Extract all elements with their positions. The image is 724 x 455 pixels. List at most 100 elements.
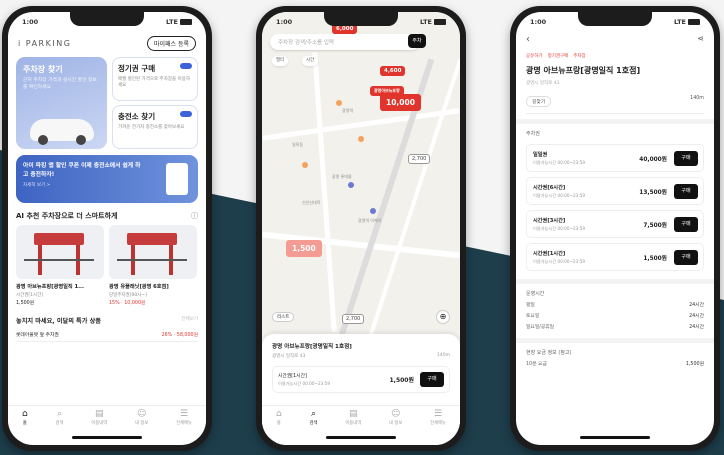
buy-button[interactable]: 구매	[674, 249, 698, 265]
bottom-tab-bar: ⌂ 홈 ⌕ 검색 ▤ 이용내역 ☺ 내 정보 ☰ 전체메뉴	[8, 405, 206, 433]
fee-section-title: 현장 요금 정보 (참고)	[526, 350, 572, 356]
filter-chip[interactable]: 필터	[272, 56, 289, 66]
breadcrumb-item[interactable]: 정기권구매	[548, 53, 569, 59]
network-label: LTE	[674, 18, 686, 26]
poi-marker	[348, 182, 354, 188]
home-indicator	[326, 436, 396, 439]
map-screen: 일직동 광명역 광명 롯데몰 광명역 이케아 신안산대학 6,000 4,600…	[262, 12, 460, 445]
poi-label: 일직동	[292, 142, 304, 147]
parking-card[interactable]: 광명 아브뉴프랑[광명일직 1... 시간권[1시간] 1,500원	[16, 225, 104, 306]
fee-row: 10분 요금 1,500원	[516, 358, 714, 369]
poi-marker	[370, 208, 376, 214]
parking-card-sub: 당일주차권[00시~]	[109, 293, 147, 298]
parking-address: 광명시 일직로 43	[526, 81, 560, 86]
ai-section-header: AI 추천 주차장으로 더 스마트하게 ⓘ	[8, 203, 206, 225]
search-icon: ⌕	[56, 409, 63, 419]
page-title: 광명 아브뉴프랑[광명일직 1호점]	[526, 66, 641, 75]
promo-banner[interactable]: 아이 파킹 앱 할인 쿠폰 이제 충전소에서 쉽게 하고 충전하자! 자세히 보…	[16, 155, 198, 203]
find-parking-desc: 근처 주차장 가격과 실시간 할인 정보를 확인하세요	[23, 78, 97, 90]
ticket-time: 이용가능시간 00:00~23:59	[278, 381, 331, 386]
price-pin[interactable]: 2,700	[408, 154, 431, 164]
home-icon: ⌂	[275, 409, 282, 419]
deal-row[interactable]: 롯데아울렛 앞 주차권 26% · 58,000원	[16, 328, 198, 342]
buy-button[interactable]: 구매	[674, 216, 698, 232]
poi-marker	[302, 162, 308, 168]
price-pin[interactable]: 4,600	[380, 66, 406, 76]
tab-home[interactable]: ⌂ 홈	[21, 409, 28, 427]
breadcrumb-item[interactable]: 주차장	[573, 53, 585, 59]
selected-price-pin[interactable]: 10,000	[380, 94, 421, 111]
phone-map: 일직동 광명역 광명 롯데몰 광명역 이케아 신안산대학 6,000 4,600…	[256, 6, 466, 451]
sheet-distance: 140m	[437, 353, 450, 358]
time-chip[interactable]: 시간	[302, 56, 319, 66]
parking-card-sub: 시간권[1시간]	[16, 293, 44, 298]
info-icon: ⓘ	[191, 212, 198, 220]
tab-search[interactable]: ⌕ 검색	[310, 409, 318, 427]
ticket-row: 일일권 이용가능시간 00:00~23:59 40,000원 구매	[526, 144, 704, 172]
tab-my-info[interactable]: ☺ 내 정보	[135, 410, 148, 427]
price-pin[interactable]: 1,500	[286, 240, 322, 257]
ticket-name: 시간권[3시간]	[533, 217, 566, 224]
home-icon: ⌂	[21, 409, 28, 419]
charger-card[interactable]: 충전소 찾기 가까운 전기차 충전소를 찾아보세요	[112, 105, 198, 149]
back-icon[interactable]: ‹	[526, 34, 530, 45]
parking-filter-button[interactable]: 주차	[408, 34, 426, 48]
find-parking-card[interactable]: 주차장 찾기 근처 주차장 가격과 실시간 할인 정보를 확인하세요	[16, 57, 107, 149]
parking-card-name: 광명 유플래닛[광명 6호점]	[109, 284, 169, 290]
tab-search[interactable]: ⌕ 검색	[56, 409, 64, 427]
list-view-button[interactable]: 리스트	[272, 312, 295, 322]
status-bar: 1:00 LTE	[262, 12, 460, 32]
fee-value: 1,500원	[685, 362, 704, 367]
hours-day: 토요일	[526, 314, 540, 319]
battery-icon	[688, 19, 700, 25]
hours-day: 평일	[526, 303, 535, 308]
search-icon: ⌕	[310, 409, 317, 419]
ticket-name: 일일권	[533, 151, 548, 158]
buy-button[interactable]: 구매	[420, 372, 444, 387]
parking-card[interactable]: 광명 유플래닛[광명 6호점] 당일주차권[00시~] 15% · 10,000…	[109, 225, 197, 306]
parking-gate-image	[109, 225, 197, 279]
hours-value: 24시간	[689, 303, 704, 308]
parking-card-name: 광명 아브뉴프랑[광명일직 1...	[16, 284, 85, 290]
tickets-section-title: 주차권	[526, 131, 540, 137]
charger-illustration	[166, 163, 188, 195]
ticket-price: 1,500원	[389, 377, 415, 384]
hours-section-title: 운영시간	[526, 291, 545, 297]
map-search-input[interactable]: 주차장 검색/주소를 입력	[270, 34, 420, 50]
distance-label: 140m	[690, 96, 704, 101]
deal-more-link[interactable]: 전체보기	[181, 316, 198, 325]
price-pin[interactable]: 2,700	[342, 314, 365, 324]
ticket-name: 시간권[1시간]	[533, 250, 566, 257]
find-parking-title: 주차장 찾기	[23, 65, 63, 74]
season-pass-desc: 매월 할인된 가격으로 주차장을 이용하세요	[118, 77, 190, 89]
ticket-name: 시간권[1시간]	[278, 374, 307, 379]
tab-my-info[interactable]: ☺ 내 정보	[389, 410, 402, 427]
share-icon[interactable]: ⋖	[697, 34, 704, 45]
tab-history[interactable]: ▤ 이용내역	[345, 410, 361, 427]
tab-home[interactable]: ⌂ 홈	[275, 409, 282, 427]
network-label: LTE	[420, 18, 432, 26]
home-indicator	[580, 436, 650, 439]
buy-button[interactable]: 구매	[674, 150, 698, 166]
deal-title: 놓치지 마세요, 이달의 특가 상품	[16, 318, 101, 325]
my-pass-button[interactable]: 마이패스 등록	[146, 36, 196, 51]
tab-menu[interactable]: ☰ 전체메뉴	[176, 410, 192, 427]
poi-marker	[336, 100, 342, 106]
tab-history[interactable]: ▤ 이용내역	[91, 410, 107, 427]
ticket-price: 13,500원	[639, 189, 667, 196]
home-indicator	[72, 436, 142, 439]
hours-day: 일요일/공휴일	[526, 325, 555, 330]
phone-home: 1:00 LTE i PARKING 마이패스 등록 주차장 찾기 근처 주차장…	[2, 6, 212, 451]
directions-button[interactable]: 길찾기	[526, 96, 552, 107]
main-menu-grid: 주차장 찾기 근처 주차장 가격과 실시간 할인 정보를 확인하세요 정기권 구…	[8, 57, 206, 149]
tab-menu[interactable]: ☰ 전체메뉴	[430, 410, 446, 427]
go-badge-icon	[180, 63, 192, 69]
buy-button[interactable]: 구매	[674, 183, 698, 199]
hours-value: 24시간	[689, 314, 704, 319]
season-pass-card[interactable]: 정기권 구매 매월 할인된 가격으로 주차장을 이용하세요	[112, 57, 198, 101]
hours-row: 평일 24시간	[516, 299, 714, 310]
ticket-price: 40,000원	[639, 156, 667, 163]
breadcrumb-item[interactable]: 공유하기	[526, 53, 543, 59]
status-time: 1:00	[22, 18, 39, 26]
my-location-icon[interactable]: ⊕	[436, 310, 450, 324]
